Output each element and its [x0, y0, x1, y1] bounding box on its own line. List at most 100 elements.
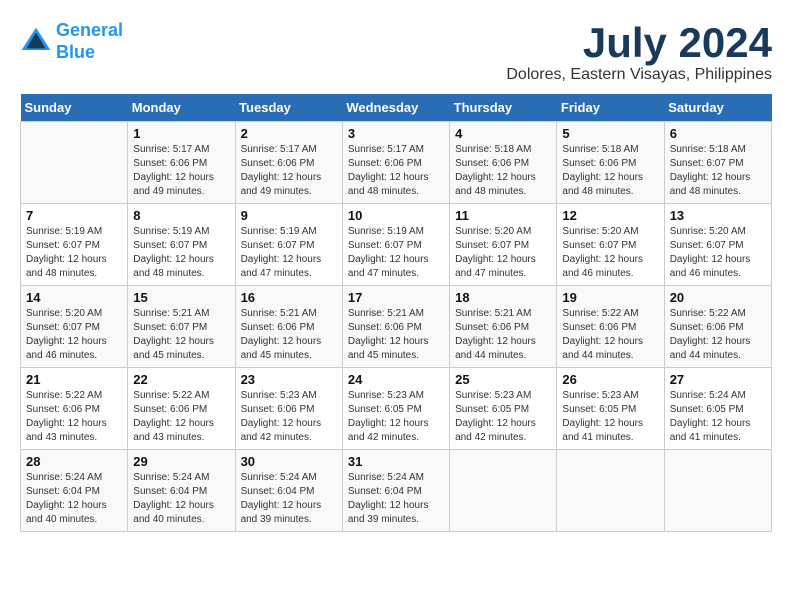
- day-number: 25: [455, 372, 551, 387]
- calendar-cell: 10 Sunrise: 5:19 AMSunset: 6:07 PMDayligh…: [342, 204, 449, 286]
- day-detail: Sunrise: 5:17 AMSunset: 6:06 PMDaylight:…: [133, 143, 229, 199]
- day-detail: Sunrise: 5:20 AMSunset: 6:07 PMDaylight:…: [455, 225, 551, 281]
- calendar-cell: 24 Sunrise: 5:23 AMSunset: 6:05 PMDayligh…: [342, 368, 449, 450]
- calendar-cell: 28Sunrise: 5:24 AMSunset: 6:04 PMDayligh…: [21, 450, 128, 532]
- calendar-cell: 31 Sunrise: 5:24 AMSunset: 6:04 PMDayligh…: [342, 450, 449, 532]
- day-detail: Sunrise: 5:20 AMSunset: 6:07 PMDaylight:…: [562, 225, 658, 281]
- day-number: 2: [241, 126, 337, 141]
- day-number: 30: [241, 454, 337, 469]
- day-detail: Sunrise: 5:20 AMSunset: 6:07 PMDaylight:…: [670, 225, 766, 281]
- calendar-cell: 14Sunrise: 5:20 AMSunset: 6:07 PMDayligh…: [21, 286, 128, 368]
- logo-icon: [20, 26, 52, 58]
- day-detail: Sunrise: 5:24 AMSunset: 6:04 PMDaylight:…: [133, 471, 229, 527]
- day-detail: Sunrise: 5:18 AMSunset: 6:07 PMDaylight:…: [670, 143, 766, 199]
- calendar-cell: 4 Sunrise: 5:18 AMSunset: 6:06 PMDaylight…: [450, 122, 557, 204]
- day-number: 15: [133, 290, 229, 305]
- week-row-2: 7Sunrise: 5:19 AMSunset: 6:07 PMDaylight…: [21, 204, 772, 286]
- day-detail: Sunrise: 5:21 AMSunset: 6:06 PMDaylight:…: [455, 307, 551, 363]
- calendar-cell: 11 Sunrise: 5:20 AMSunset: 6:07 PMDayligh…: [450, 204, 557, 286]
- calendar-cell: 5 Sunrise: 5:18 AMSunset: 6:06 PMDaylight…: [557, 122, 664, 204]
- week-row-4: 21Sunrise: 5:22 AMSunset: 6:06 PMDayligh…: [21, 368, 772, 450]
- day-number: 10: [348, 208, 444, 223]
- day-number: 11: [455, 208, 551, 223]
- calendar-cell: 29 Sunrise: 5:24 AMSunset: 6:04 PMDayligh…: [128, 450, 235, 532]
- day-header-thursday: Thursday: [450, 94, 557, 122]
- calendar-cell: 22 Sunrise: 5:22 AMSunset: 6:06 PMDayligh…: [128, 368, 235, 450]
- day-number: 20: [670, 290, 766, 305]
- day-number: 12: [562, 208, 658, 223]
- day-number: 22: [133, 372, 229, 387]
- day-detail: Sunrise: 5:23 AMSunset: 6:05 PMDaylight:…: [562, 389, 658, 445]
- day-number: 17: [348, 290, 444, 305]
- day-header-wednesday: Wednesday: [342, 94, 449, 122]
- page-title: July 2024: [506, 20, 772, 66]
- calendar-cell: 9 Sunrise: 5:19 AMSunset: 6:07 PMDaylight…: [235, 204, 342, 286]
- day-detail: Sunrise: 5:24 AMSunset: 6:05 PMDaylight:…: [670, 389, 766, 445]
- day-header-monday: Monday: [128, 94, 235, 122]
- day-number: 19: [562, 290, 658, 305]
- day-number: 16: [241, 290, 337, 305]
- day-detail: Sunrise: 5:22 AMSunset: 6:06 PMDaylight:…: [26, 389, 122, 445]
- day-number: 6: [670, 126, 766, 141]
- calendar-cell: 26Sunrise: 5:23 AMSunset: 6:05 PMDayligh…: [557, 368, 664, 450]
- day-detail: Sunrise: 5:19 AMSunset: 6:07 PMDaylight:…: [133, 225, 229, 281]
- week-row-1: 1 Sunrise: 5:17 AMSunset: 6:06 PMDaylight…: [21, 122, 772, 204]
- day-number: 1: [133, 126, 229, 141]
- calendar-cell: 17 Sunrise: 5:21 AMSunset: 6:06 PMDayligh…: [342, 286, 449, 368]
- day-detail: Sunrise: 5:19 AMSunset: 6:07 PMDaylight:…: [26, 225, 122, 281]
- calendar-cell: 18 Sunrise: 5:21 AMSunset: 6:06 PMDayligh…: [450, 286, 557, 368]
- day-detail: Sunrise: 5:22 AMSunset: 6:06 PMDaylight:…: [670, 307, 766, 363]
- calendar-cell: 15 Sunrise: 5:21 AMSunset: 6:07 PMDayligh…: [128, 286, 235, 368]
- calendar-cell: 19Sunrise: 5:22 AMSunset: 6:06 PMDayligh…: [557, 286, 664, 368]
- calendar-cell: 25 Sunrise: 5:23 AMSunset: 6:05 PMDayligh…: [450, 368, 557, 450]
- calendar-cell: [664, 450, 771, 532]
- day-detail: Sunrise: 5:21 AMSunset: 6:07 PMDaylight:…: [133, 307, 229, 363]
- logo: General Blue: [20, 20, 123, 63]
- day-detail: Sunrise: 5:17 AMSunset: 6:06 PMDaylight:…: [348, 143, 444, 199]
- day-detail: Sunrise: 5:23 AMSunset: 6:05 PMDaylight:…: [348, 389, 444, 445]
- calendar-table: SundayMondayTuesdayWednesdayThursdayFrid…: [20, 94, 772, 532]
- day-number: 4: [455, 126, 551, 141]
- day-number: 23: [241, 372, 337, 387]
- day-detail: Sunrise: 5:23 AMSunset: 6:05 PMDaylight:…: [455, 389, 551, 445]
- week-row-3: 14Sunrise: 5:20 AMSunset: 6:07 PMDayligh…: [21, 286, 772, 368]
- calendar-cell: 23 Sunrise: 5:23 AMSunset: 6:06 PMDayligh…: [235, 368, 342, 450]
- days-header-row: SundayMondayTuesdayWednesdayThursdayFrid…: [21, 94, 772, 122]
- calendar-cell: 3Sunrise: 5:17 AMSunset: 6:06 PMDaylight…: [342, 122, 449, 204]
- calendar-cell: 1 Sunrise: 5:17 AMSunset: 6:06 PMDaylight…: [128, 122, 235, 204]
- header: General Blue July 2024 Dolores, Eastern …: [20, 20, 772, 84]
- day-detail: Sunrise: 5:21 AMSunset: 6:06 PMDaylight:…: [241, 307, 337, 363]
- day-number: 28: [26, 454, 122, 469]
- day-number: 27: [670, 372, 766, 387]
- calendar-cell: [557, 450, 664, 532]
- day-detail: Sunrise: 5:23 AMSunset: 6:06 PMDaylight:…: [241, 389, 337, 445]
- day-header-friday: Friday: [557, 94, 664, 122]
- day-detail: Sunrise: 5:18 AMSunset: 6:06 PMDaylight:…: [562, 143, 658, 199]
- calendar-cell: 30Sunrise: 5:24 AMSunset: 6:04 PMDayligh…: [235, 450, 342, 532]
- calendar-cell: 2Sunrise: 5:17 AMSunset: 6:06 PMDaylight…: [235, 122, 342, 204]
- calendar-cell: 12 Sunrise: 5:20 AMSunset: 6:07 PMDayligh…: [557, 204, 664, 286]
- calendar-cell: 6 Sunrise: 5:18 AMSunset: 6:07 PMDaylight…: [664, 122, 771, 204]
- calendar-cell: 7Sunrise: 5:19 AMSunset: 6:07 PMDaylight…: [21, 204, 128, 286]
- day-number: 31: [348, 454, 444, 469]
- day-number: 9: [241, 208, 337, 223]
- title-block: July 2024 Dolores, Eastern Visayas, Phil…: [506, 20, 772, 84]
- day-number: 13: [670, 208, 766, 223]
- day-detail: Sunrise: 5:21 AMSunset: 6:06 PMDaylight:…: [348, 307, 444, 363]
- week-row-5: 28 Sunrise: 5:24 AMSunset: 6:04 PMDayligh…: [21, 450, 772, 532]
- day-number: 5: [562, 126, 658, 141]
- day-number: 29: [133, 454, 229, 469]
- day-detail: Sunrise: 5:24 AMSunset: 6:04 PMDaylight:…: [348, 471, 444, 527]
- day-number: 24: [348, 372, 444, 387]
- day-number: 8: [133, 208, 229, 223]
- day-detail: Sunrise: 5:19 AMSunset: 6:07 PMDaylight:…: [241, 225, 337, 281]
- day-detail: Sunrise: 5:20 AMSunset: 6:07 PMDaylight:…: [26, 307, 122, 363]
- day-detail: Sunrise: 5:18 AMSunset: 6:06 PMDaylight:…: [455, 143, 551, 199]
- day-header-saturday: Saturday: [664, 94, 771, 122]
- day-number: 18: [455, 290, 551, 305]
- day-detail: Sunrise: 5:22 AMSunset: 6:06 PMDaylight:…: [133, 389, 229, 445]
- calendar-cell: [21, 122, 128, 204]
- day-detail: Sunrise: 5:19 AMSunset: 6:07 PMDaylight:…: [348, 225, 444, 281]
- day-header-tuesday: Tuesday: [235, 94, 342, 122]
- calendar-cell: [450, 450, 557, 532]
